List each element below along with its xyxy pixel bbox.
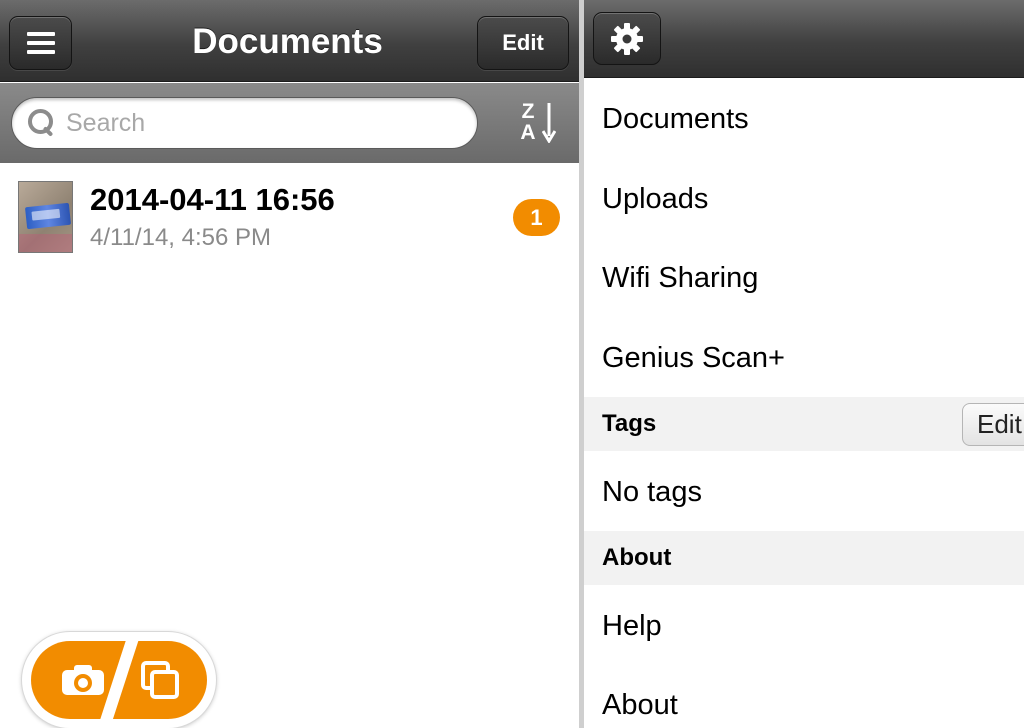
side-menu: Documents Uploads Wifi Sharing Genius Sc… [584,0,1024,728]
tags-section-header: Tags Edit [584,397,1024,451]
page-title: Documents [192,22,383,61]
gear-icon [611,22,643,55]
tags-section-title: Tags [602,410,657,437]
menu-button[interactable] [9,16,72,70]
document-row[interactable]: 2014-04-11 16:56 4/11/14, 4:56 PM 1 [0,164,579,270]
hamburger-menu-icon [26,32,55,54]
arrow-down-icon [542,103,556,143]
multi-page-icon [139,659,181,701]
menu-item-help[interactable]: Help [584,586,1024,666]
camera-icon [62,665,104,695]
tag-item-no-tags: No tags [602,476,702,508]
menu-item-genius-scan-plus[interactable]: Genius Scan+ [584,318,1024,398]
sort-letter-top: Z [521,100,535,123]
capture-control [22,632,216,728]
search-input[interactable] [66,103,446,143]
sort-button[interactable]: Z A [515,101,561,147]
sort-z-a-icon: Z A [519,101,537,143]
document-date: 4/11/14, 4:56 PM [90,224,272,251]
capture-pill [31,641,207,719]
documents-navbar: Documents Edit [0,0,579,82]
search-icon [28,109,56,137]
search-bar: Z A [0,83,579,163]
side-menu-navbar [584,0,1024,78]
about-section-header: About [584,531,1024,585]
sort-letter-bottom: A [520,121,536,144]
documents-pane: Documents Edit Z A [0,0,579,728]
menu-item-wifi-sharing[interactable]: Wifi Sharing [584,238,1024,318]
menu-item-documents[interactable]: Documents [584,79,1024,159]
document-thumbnail [18,181,73,253]
search-field[interactable] [11,97,478,149]
app-screen: Documents Edit Z A [0,0,1024,728]
settings-button[interactable] [593,12,661,65]
page-count-badge: 1 [513,199,560,236]
import-pages-button[interactable] [121,641,207,719]
menu-item-about[interactable]: About [584,665,1024,728]
tags-edit-button[interactable]: Edit [962,403,1024,446]
edit-button[interactable]: Edit [477,16,569,70]
document-title: 2014-04-11 16:56 [90,182,335,217]
menu-item-uploads[interactable]: Uploads [584,159,1024,239]
